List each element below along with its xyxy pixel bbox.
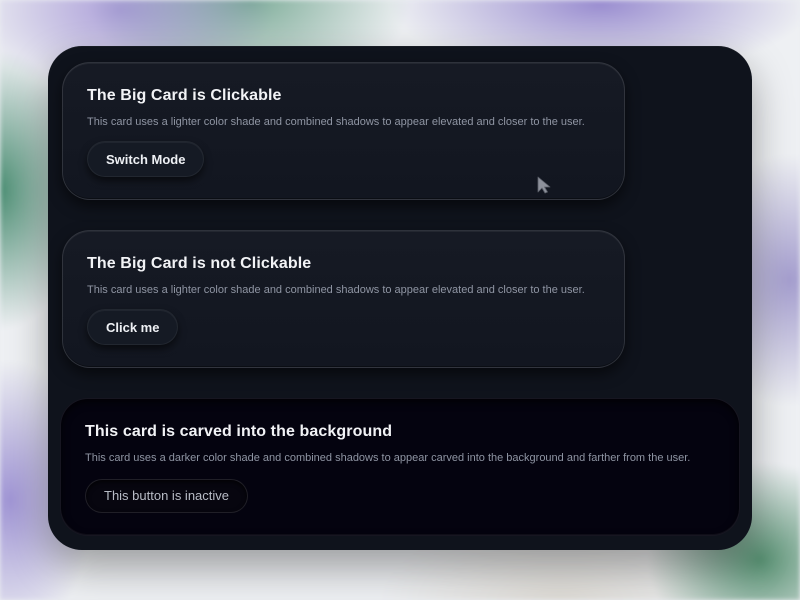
card-description: This card uses a darker color shade and … xyxy=(85,452,691,464)
switch-mode-button[interactable]: Switch Mode xyxy=(87,141,205,177)
card-title: This card is carved into the background xyxy=(85,423,393,440)
card-description: This card uses a lighter color shade and… xyxy=(87,116,585,128)
mouse-pointer-icon xyxy=(537,176,551,194)
card-description: This card uses a lighter color shade and… xyxy=(87,284,585,296)
click-me-button[interactable]: Click me xyxy=(87,309,179,345)
carved-card: This card is carved into the background … xyxy=(60,398,740,536)
card-title: The Big Card is Clickable xyxy=(87,87,282,104)
inactive-button: This button is inactive xyxy=(85,479,249,513)
card-title: The Big Card is not Clickable xyxy=(87,255,312,272)
main-panel: The Big Card is Clickable This card uses… xyxy=(48,46,752,550)
non-clickable-card: The Big Card is not Clickable This card … xyxy=(62,230,625,368)
